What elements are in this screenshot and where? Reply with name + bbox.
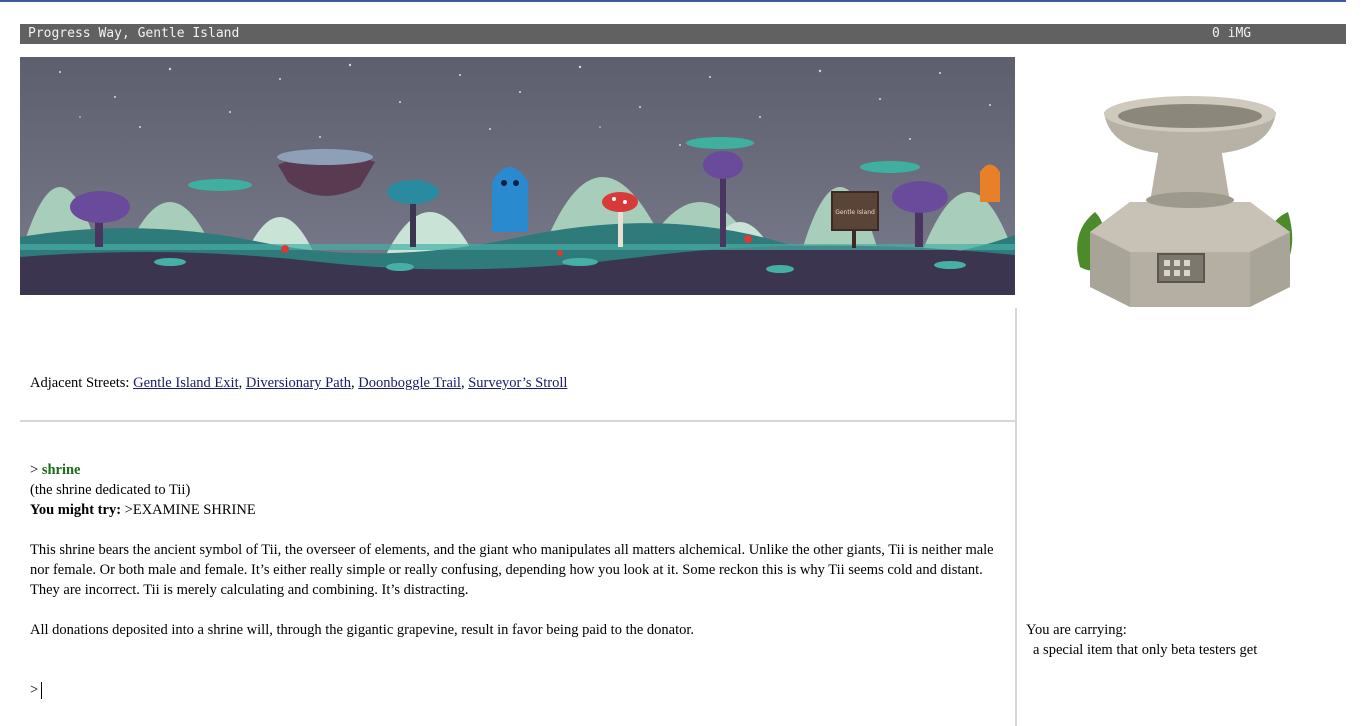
status-bar: Progress Way, Gentle Island 0 iMG (20, 24, 1346, 44)
location-banner-image: Gentle Island (20, 57, 1015, 295)
adjacent-streets: Adjacent Streets: Gentle Island Exit, Di… (30, 375, 568, 391)
street-link-doonboggle-trail[interactable]: Doonboggle Trail (358, 375, 461, 391)
street-link-gentle-island-exit[interactable]: Gentle Island Exit (133, 375, 239, 391)
adjacent-streets-label: Adjacent Streets: (30, 375, 130, 391)
donation-paragraph: All donations deposited into a shrine wi… (30, 622, 695, 638)
suggestion-line: You might try: >EXAMINE SHRINE (30, 500, 1005, 520)
shrine-image (1060, 62, 1316, 312)
text-caret (41, 682, 43, 700)
section-divider (20, 420, 1015, 422)
column-divider (1015, 308, 1017, 726)
object-subtitle: (the shrine dedicated to Tii) (30, 482, 191, 498)
input-prompt-symbol: > (30, 682, 39, 698)
street-link-diversionary-path[interactable]: Diversionary Path (246, 375, 351, 391)
top-edge-line (0, 0, 1346, 2)
inventory-item[interactable]: a special item that only beta testers ge… (1026, 640, 1346, 660)
location-name: Progress Way, Gentle Island (28, 26, 240, 41)
banner-sign-text: Gentle Island (835, 209, 875, 216)
command-echo: > shrine (30, 462, 81, 478)
street-link-surveyors-stroll[interactable]: Surveyor’s Stroll (468, 375, 567, 391)
command-name: shrine (41, 462, 81, 478)
inventory-label: You are carrying: (1026, 622, 1127, 638)
currency-counter: 0 iMG (1212, 26, 1252, 41)
game-output: > shrine (the shrine dedicated to Tii) Y… (30, 460, 1005, 640)
description-paragraph: This shrine bears the ancient symbol of … (30, 542, 994, 598)
suggestion-command: >EXAMINE SHRINE (124, 502, 256, 518)
command-input[interactable]: > (30, 680, 1000, 700)
inventory-panel: You are carrying: a special item that on… (1026, 620, 1346, 660)
suggestion-label: You might try: (30, 502, 122, 518)
